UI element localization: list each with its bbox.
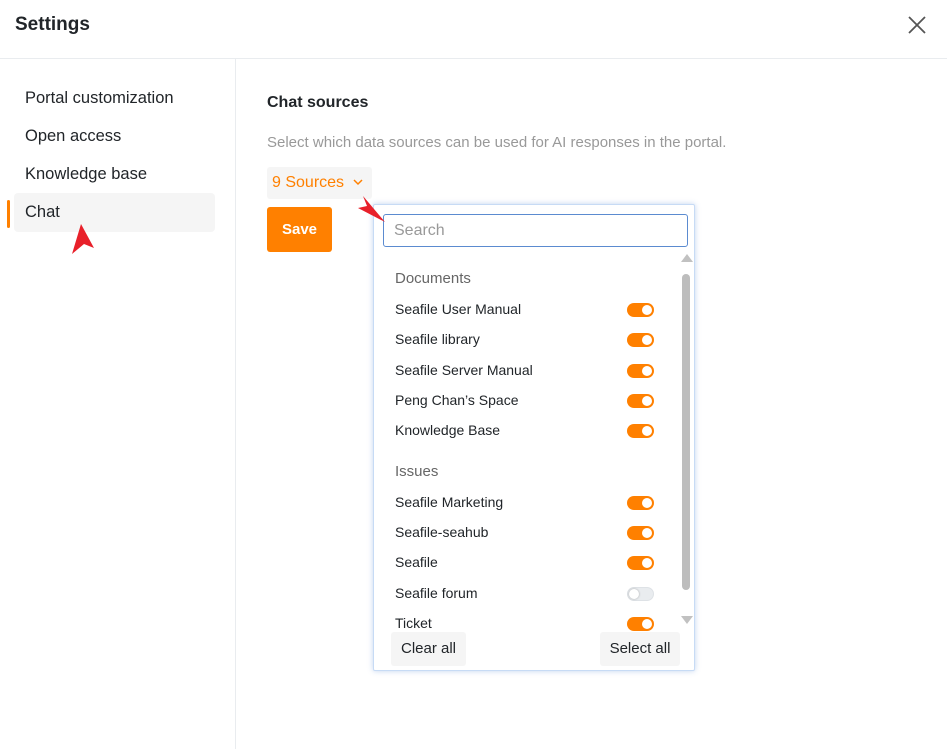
chevron-down-icon [353,179,363,186]
source-toggle[interactable] [627,587,654,601]
source-label: Ticket [395,615,432,631]
source-toggle[interactable] [627,496,654,510]
toggle-knob [629,589,639,599]
source-label: Seafile Marketing [395,494,504,510]
scroll-down-icon[interactable] [681,616,693,624]
active-indicator [7,200,10,228]
sidebar-item-open-access[interactable]: Open access [14,117,215,156]
source-toggle[interactable] [627,333,654,347]
list-item: Seafile Marketing [395,492,655,514]
search-input[interactable] [383,214,688,247]
list-item: Knowledge Base [395,420,655,442]
group-title-issues: Issues [395,463,439,480]
sidebar-item-portal-customization[interactable]: Portal customization [14,79,215,118]
toggle-knob [642,305,652,315]
list-item: Seafile forum [395,583,655,605]
sources-dropdown: Documents Seafile User Manual Seafile li… [373,204,695,671]
list-item: Seafile-seahub [395,522,655,544]
dropdown-scrollbar[interactable] [680,254,693,628]
sidebar-item-knowledge-base[interactable]: Knowledge base [14,155,215,194]
toggle-knob [642,396,652,406]
dialog-title: Settings [15,14,90,35]
list-item: Seafile Server Manual [395,360,655,382]
source-label: Seafile User Manual [395,301,522,317]
toggle-knob [642,558,652,568]
source-toggle[interactable] [627,303,654,317]
list-item: Peng Chan’s Space [395,390,655,412]
source-label: Seafile-seahub [395,524,489,540]
source-toggle[interactable] [627,364,654,378]
list-item: Seafile library [395,329,655,351]
sidebar-item-chat[interactable]: Chat [14,193,215,232]
toggle-knob [642,335,652,345]
list-item: Seafile User Manual [395,299,655,321]
save-button[interactable]: Save [267,207,332,252]
source-label: Seafile forum [395,585,478,601]
source-label: Seafile [395,554,438,570]
select-all-button[interactable]: Select all [600,632,680,666]
group-title-documents: Documents [395,270,471,287]
clear-all-button[interactable]: Clear all [391,632,466,666]
close-icon[interactable] [906,14,928,36]
annotation-arrow-icon [72,224,94,254]
source-toggle[interactable] [627,424,654,438]
sources-select-label: 9 Sources [272,174,345,191]
toggle-knob [642,498,652,508]
settings-sidebar: Portal customization Open access Knowled… [0,59,236,749]
dialog-header: Settings [0,0,947,59]
source-label: Knowledge Base [395,422,501,438]
toggle-knob [642,426,652,436]
scroll-thumb[interactable] [682,274,690,590]
source-toggle[interactable] [627,526,654,540]
source-toggle[interactable] [627,617,654,631]
section-description: Select which data sources can be used fo… [267,134,727,151]
source-toggle[interactable] [627,394,654,408]
toggle-knob [642,528,652,538]
section-title: Chat sources [267,94,369,111]
toggle-knob [642,619,652,629]
source-label: Seafile library [395,331,480,347]
source-label: Peng Chan’s Space [395,392,519,408]
toggle-knob [642,366,652,376]
source-toggle[interactable] [627,556,654,570]
list-item: Seafile [395,552,655,574]
scroll-up-icon[interactable] [681,254,693,262]
annotation-arrow-icon [358,196,385,222]
source-label: Seafile Server Manual [395,362,533,378]
